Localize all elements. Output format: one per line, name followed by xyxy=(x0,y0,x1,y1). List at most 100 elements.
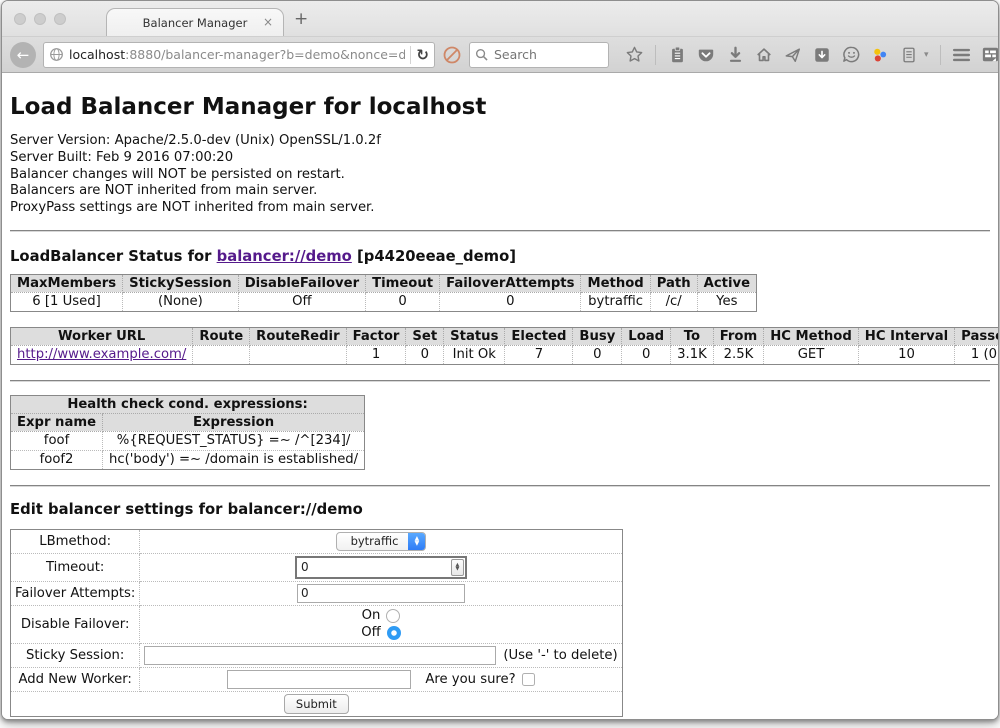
col-to: To xyxy=(671,327,714,345)
col-busy: Busy xyxy=(573,327,622,345)
health-table-title: Health check cond. expressions: xyxy=(11,395,365,413)
notes-panel-icon[interactable] xyxy=(899,45,919,65)
cell-passes: 1 (0) xyxy=(955,345,999,364)
back-button[interactable]: ← xyxy=(10,42,36,68)
color-dots-extension-icon[interactable] xyxy=(870,45,890,65)
disable-failover-off-radio[interactable] xyxy=(387,626,401,640)
cell-expr-name: foof2 xyxy=(11,450,103,469)
status-suffix: [p4420eeae_demo] xyxy=(352,248,516,265)
col-active: Active xyxy=(697,274,756,292)
window-controls xyxy=(14,13,66,25)
pocket-icon[interactable] xyxy=(696,45,716,65)
timeout-value: 0 xyxy=(301,560,451,574)
tab-balancer-manager[interactable]: Balancer Manager × xyxy=(106,8,284,36)
are-you-sure-checkbox[interactable] xyxy=(522,673,535,686)
toolbar-dropdown-caret-icon[interactable]: ▾ xyxy=(924,50,929,60)
are-you-sure-label: Are you sure? xyxy=(425,672,515,687)
submit-button[interactable]: Submit xyxy=(284,694,349,714)
cell-disablefailover: Off xyxy=(238,292,365,311)
table-row: foof %{REQUEST_STATUS} =~ /^[234]/ xyxy=(11,431,365,450)
cell-load: 0 xyxy=(622,345,671,364)
close-window-button[interactable] xyxy=(14,13,26,25)
col-expr-name: Expr name xyxy=(11,413,103,431)
col-failoverattempts: FailoverAttempts xyxy=(440,274,581,292)
col-routeredir: RouteRedir xyxy=(250,327,346,345)
bookmarks-clipboard-icon[interactable] xyxy=(667,45,687,65)
persist-warning-line: Balancer changes will NOT be persisted o… xyxy=(10,167,990,184)
send-plane-icon[interactable] xyxy=(783,45,803,65)
health-check-table: Health check cond. expressions: Expr nam… xyxy=(10,395,365,470)
worker-url-link[interactable]: http://www.example.com/ xyxy=(17,347,186,362)
balancer-demo-link[interactable]: balancer://demo xyxy=(217,248,352,265)
disable-failover-on-radio[interactable] xyxy=(386,609,400,623)
reload-icon[interactable]: ↻ xyxy=(416,46,429,64)
proxypass-warning-line: ProxyPass settings are NOT inherited fro… xyxy=(10,200,990,217)
cell-routeredir xyxy=(250,345,346,364)
failover-attempts-input[interactable] xyxy=(297,584,465,603)
cell-timeout: 0 xyxy=(366,292,440,311)
downloads-icon[interactable] xyxy=(725,45,745,65)
cell-stickysession: (None) xyxy=(123,292,239,311)
new-tab-button[interactable]: + xyxy=(294,9,308,29)
minimize-window-button[interactable] xyxy=(34,13,46,25)
add-worker-input[interactable] xyxy=(227,670,411,689)
lbmethod-selected-value: bytraffic xyxy=(337,533,409,550)
col-from: From xyxy=(713,327,763,345)
tab-title: Balancer Manager xyxy=(143,16,248,30)
table-row: 6 [1 Used] (None) Off 0 0 bytraffic /c/ … xyxy=(11,292,757,311)
bookmark-star-icon[interactable] xyxy=(624,45,644,65)
url-bar[interactable]: localhost:8880/balancer-manager?b=demo&n… xyxy=(43,42,435,68)
tab-close-icon[interactable]: × xyxy=(263,15,273,29)
edit-balancer-form: LBmethod: bytraffic ▲▼ Timeout: 0 ▲▼ xyxy=(10,529,623,717)
toolbar-separator xyxy=(655,45,656,65)
chat-smiley-icon[interactable] xyxy=(841,45,861,65)
hamburger-menu-icon[interactable] xyxy=(952,45,972,65)
form-row-disable-failover: Disable Failover: On Off xyxy=(11,605,623,643)
cell-expression: hc('body') =~ /domain is established/ xyxy=(103,450,365,469)
cell-factor: 1 xyxy=(346,345,406,364)
cell-hc-method: GET xyxy=(764,345,859,364)
timeout-input[interactable]: 0 ▲▼ xyxy=(295,556,467,579)
tab-bar: Balancer Manager × + xyxy=(2,1,998,36)
sticky-session-input[interactable] xyxy=(144,646,496,665)
globe-icon xyxy=(49,47,64,62)
url-path: :8880/balancer-manager?b=demo&nonce=decc… xyxy=(125,47,405,62)
url-host: localhost xyxy=(69,47,125,62)
save-to-box-icon[interactable] xyxy=(812,45,832,65)
cell-set: 0 xyxy=(406,345,444,364)
number-spinner-icon[interactable]: ▲▼ xyxy=(451,559,464,576)
server-version-line: Server Version: Apache/2.5.0-dev (Unix) … xyxy=(10,133,990,150)
col-hc-interval: HC Interval xyxy=(858,327,954,345)
table-header-row: MaxMembers StickySession DisableFailover… xyxy=(11,274,757,292)
col-load: Load xyxy=(622,327,671,345)
browser-window: Balancer Manager × + ← localhost:8880/ba… xyxy=(1,0,999,720)
lbmethod-select[interactable]: bytraffic ▲▼ xyxy=(336,532,427,551)
divider xyxy=(10,380,990,382)
server-info: Server Version: Apache/2.5.0-dev (Unix) … xyxy=(10,133,990,217)
cell-maxmembers: 6 [1 Used] xyxy=(11,292,123,311)
col-stickysession: StickySession xyxy=(123,274,239,292)
table-row: http://www.example.com/ 1 0 Init Ok 7 0 … xyxy=(11,345,1000,364)
radio-on-label: On xyxy=(362,608,381,623)
blocked-indicator-icon[interactable] xyxy=(442,45,462,65)
inherit-warning-line: Balancers are NOT inherited from main se… xyxy=(10,183,990,200)
status-prefix: LoadBalancer Status for xyxy=(10,248,217,265)
cell-path: /c/ xyxy=(650,292,697,311)
cell-to: 3.1K xyxy=(671,345,714,364)
col-maxmembers: MaxMembers xyxy=(11,274,123,292)
balancer-status-table: MaxMembers StickySession DisableFailover… xyxy=(10,274,757,312)
search-bar[interactable] xyxy=(469,42,609,68)
divider xyxy=(10,485,990,487)
search-input[interactable] xyxy=(492,46,592,63)
form-row-failover-attempts: Failover Attempts: xyxy=(11,581,623,605)
url-text[interactable]: localhost:8880/balancer-manager?b=demo&n… xyxy=(69,47,405,62)
failover-attempts-label: Failover Attempts: xyxy=(11,581,140,605)
cell-active: Yes xyxy=(697,292,756,311)
sticky-session-hint: (Use '-' to delete) xyxy=(503,648,617,663)
page-content: Load Balancer Manager for localhost Serv… xyxy=(2,94,998,720)
zoom-window-button[interactable] xyxy=(54,13,66,25)
col-route: Route xyxy=(193,327,250,345)
home-icon[interactable] xyxy=(754,45,774,65)
url-divider xyxy=(410,46,411,64)
tab-groups-icon[interactable] xyxy=(981,45,999,65)
